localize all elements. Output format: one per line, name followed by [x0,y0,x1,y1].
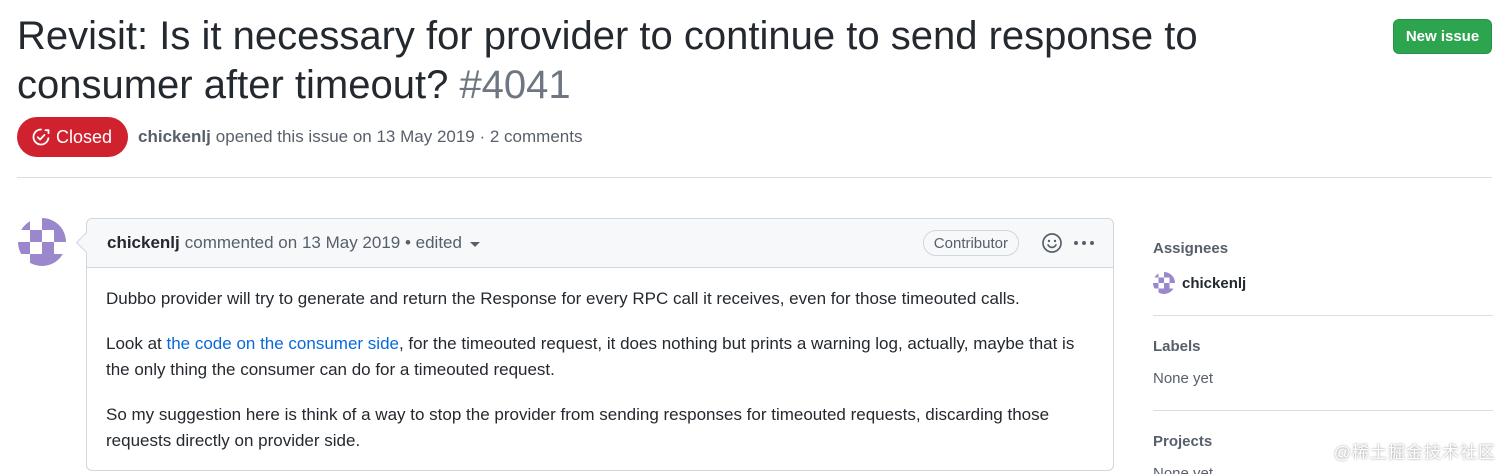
sidebar-divider [1153,410,1493,411]
header-divider [17,177,1492,178]
assignee-name: chickenlj [1182,274,1247,292]
caret-down-icon[interactable] [469,241,480,247]
comment-paragraph: Dubbo provider will try to generate and … [106,289,1020,308]
comment-header: chickenlj commented on 13 May 2019 • edi… [87,219,1113,268]
watermark: @稀土掘金技术社区 [1333,443,1496,462]
comment-body: Dubbo provider will try to generate and … [87,268,1113,454]
comment-box: chickenlj commented on 13 May 2019 • edi… [86,218,1114,471]
consumer-code-link[interactable]: the code on the consumer side [167,334,399,353]
projects-value: None yet [1153,465,1214,474]
labels-heading[interactable]: Labels [1153,338,1201,355]
assignee-item[interactable]: chickenlj [1153,272,1246,294]
issue-author-link[interactable]: chickenlj [138,127,211,147]
issue-title: Revisit: Is it necessary for provider to… [17,12,1377,110]
issue-closed-icon [32,128,50,146]
labels-value: None yet [1153,370,1214,387]
issue-meta: Closed chickenlj opened this issue on 13… [17,117,582,157]
avatar[interactable] [18,218,66,266]
comment-paragraph: Look at the code on the consumer side, f… [106,331,1094,383]
status-label: Closed [56,126,113,147]
comment-meta[interactable]: commented on 13 May 2019 • edited [185,233,462,253]
comment-text: Look at [106,334,167,353]
projects-heading[interactable]: Projects [1153,433,1212,450]
assignee-avatar [1153,272,1175,294]
status-badge: Closed [17,117,129,157]
comment-author-link[interactable]: chickenlj [107,233,180,253]
new-issue-button[interactable]: New issue [1393,19,1492,54]
issue-meta-text: opened this issue on 13 May 2019 · 2 com… [215,127,583,146]
contributor-badge: Contributor [922,230,1019,256]
issue-title-text: Revisit: Is it necessary for provider to… [17,14,1198,107]
sidebar-divider [1153,315,1493,316]
issue-number: #4041 [459,63,571,107]
kebab-horizontal-icon[interactable] [1071,230,1097,256]
comment-paragraph: So my suggestion here is think of a way … [106,405,1050,450]
smiley-icon[interactable] [1039,230,1065,256]
assignees-heading[interactable]: Assignees [1153,240,1228,257]
